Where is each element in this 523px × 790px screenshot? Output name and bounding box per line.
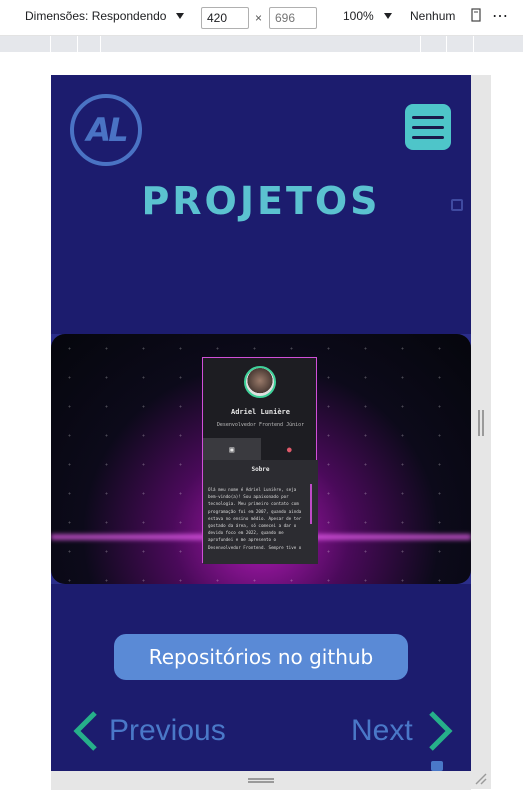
zoom-label: 100% [343,9,374,23]
about-scrollbar [310,484,312,524]
chevron-right-icon [428,711,453,751]
resize-handle-right[interactable] [478,410,484,436]
github-repos-button[interactable]: Repositórios no github [114,634,408,680]
profile-name: Adriel Lunière [230,408,290,416]
width-input[interactable] [201,7,249,29]
profile-tabs: ▣ ● [203,438,318,460]
chevron-down-icon [176,13,185,19]
profile-card: Adriel Lunière Desenvolvedor Frontend Jú… [202,357,318,564]
zoom-dropdown[interactable]: 100% [343,9,392,23]
rotate-icon[interactable] [470,8,482,22]
page-title: PROJETOS [141,179,381,223]
next-label: Next [351,714,413,747]
about-heading: Sobre [251,466,270,473]
resize-handle-bottom[interactable] [248,778,274,783]
chevron-left-icon [73,711,97,751]
throttle-label: Nenhum [410,9,456,23]
emulated-viewport: AL PROJETOS Adriel Lunière Desenvolvedor… [51,75,471,771]
media-query-ruler[interactable] [0,36,523,52]
profile-role: Desenvolvedor Frontend Júnior [216,422,305,428]
next-button[interactable]: Next [351,709,455,753]
about-panel: Sobre Olá meu nome é Adriel Lunière, sej… [203,460,318,564]
menu-hamburger-button[interactable] [405,104,451,150]
dimensions-dropdown[interactable]: Dimensões: Respondendo [25,9,185,23]
about-text: Olá meu nome é Adriel Lunière, seja bem-… [208,487,302,550]
project-screenshot[interactable]: Adriel Lunière Desenvolvedor Frontend Jú… [51,334,471,584]
devtools-toolbar: Dimensões: Respondendo × 100% Nenhum ⋯ [0,0,523,36]
id-card-icon: ▣ [203,438,261,460]
scroll-indicator [431,761,443,771]
height-input[interactable] [269,7,317,29]
previous-button[interactable]: Previous [71,709,226,753]
throttle-dropdown[interactable]: Nenhum [410,9,455,23]
avatar [244,366,276,398]
chevron-down-icon [383,13,392,19]
dimensions-label: Dimensões: Respondendo [25,9,167,23]
previous-label: Previous [109,714,226,747]
site-logo[interactable]: AL [70,94,142,166]
more-options-icon[interactable]: ⋯ [492,6,508,26]
square-icon [451,199,463,211]
pin-icon: ● [286,444,292,454]
resize-corner-icon[interactable] [474,772,488,786]
times-symbol: × [255,11,263,25]
